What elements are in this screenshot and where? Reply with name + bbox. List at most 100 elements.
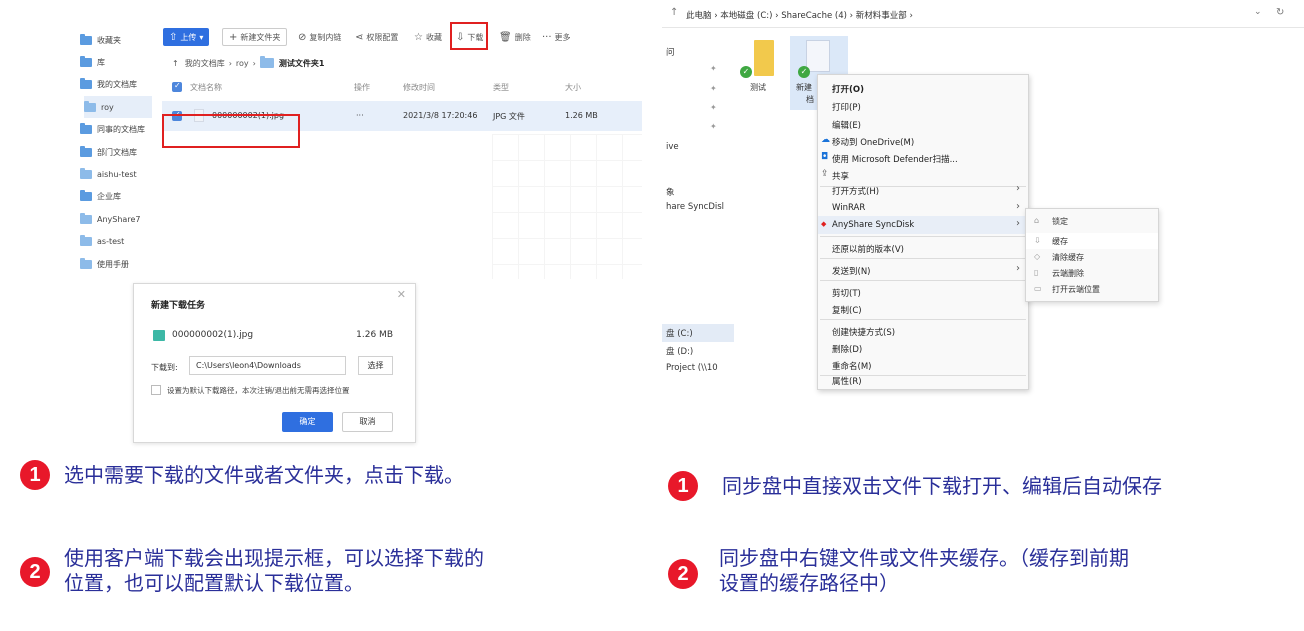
chevron-down-icon: ▾ [199, 32, 204, 42]
submenu-item-clear-cache[interactable]: ◇ 清除缓存 [1026, 249, 1158, 265]
sidebar-item-colleague-docs[interactable]: 同事的文档库 [80, 118, 158, 140]
web-file-manager: 收藏夹 库 我的文档库 roy 同事的文档库 部门文档库 aishu-test … [72, 14, 642, 279]
caption-left-1: 选中需要下载的文件或者文件夹，点击下载。 [64, 463, 464, 487]
col-action: 操作 [354, 83, 370, 92]
sidebar-item-manual[interactable]: 使用手册 [80, 253, 158, 275]
nav-item-syncdisk[interactable]: hare SyncDisl [666, 202, 724, 212]
folder-icon [80, 167, 92, 179]
menu-item-send-to[interactable]: 发送到(N) › [818, 261, 1028, 279]
col-size[interactable]: 大小 [565, 82, 581, 93]
sidebar-item-as-test[interactable]: as-test [80, 230, 158, 252]
nav-item-project[interactable]: Project (\\10 [666, 363, 718, 373]
col-name[interactable]: 文档名称 [190, 82, 222, 93]
library-sidebar: 收藏夹 库 我的文档库 roy 同事的文档库 部门文档库 aishu-test … [72, 14, 158, 279]
download-task-dialog: 新建下载任务 ✕ 000000002(1).jpg 1.26 MB 下载到: C… [133, 283, 416, 443]
submenu-item-cache[interactable]: ⇩ 缓存 [1026, 233, 1158, 249]
confirm-button[interactable]: 确定 [282, 412, 333, 432]
delete-button[interactable]: 🗑 删除 [499, 28, 531, 46]
menu-item-create-shortcut[interactable]: 创建快捷方式(S) [818, 322, 1028, 340]
permission-button[interactable]: ⋖ 权限配置 [355, 28, 398, 46]
share-icon: ⋖ [355, 31, 364, 43]
step-badge: 2 [668, 559, 698, 589]
nav-item[interactable]: 问 [666, 46, 675, 58]
caption-left-2-line1: 使用客户端下载会出现提示框，可以选择下载的 [64, 546, 484, 570]
chevron-right-icon: › [1016, 183, 1020, 194]
submenu-item-lock[interactable]: ⌂ 锁定 [1026, 213, 1158, 229]
share-icon: ⇪ [821, 169, 829, 179]
nav-item-drive-c[interactable]: 盘 (C:) [666, 327, 693, 339]
folder-icon [80, 189, 92, 201]
menu-item-restore-versions[interactable]: 还原以前的版本(V) [818, 239, 1028, 257]
step-badge: 2 [20, 557, 50, 587]
download-to-label: 下载到: [151, 363, 178, 372]
context-menu: 打开(O) 打印(P) 编辑(E) ☁ 移动到 OneDrive(M) ◘ 使用 M… [817, 74, 1029, 390]
nav-item-drive-d[interactable]: 盘 (D:) [666, 345, 693, 357]
file-size: 1.26 MB [565, 111, 598, 120]
pin-icon: ✦ [710, 122, 717, 131]
menu-item-open[interactable]: 打开(O) [818, 79, 1028, 97]
col-modified[interactable]: 修改时间 [403, 82, 435, 93]
nav-item-onedrive[interactable]: ive [666, 142, 679, 152]
sidebar-item-dept-docs[interactable]: 部门文档库 [80, 141, 158, 163]
choose-path-button[interactable]: 选择 [358, 356, 393, 375]
cancel-button[interactable]: 取消 [342, 412, 393, 432]
new-folder-button[interactable]: + 新建文件夹 [222, 28, 288, 46]
sidebar-item-aishu-test[interactable]: aishu-test [80, 163, 158, 185]
sidebar-item-my-docs[interactable]: 我的文档库 [80, 73, 158, 95]
upload-icon: ⇧ [169, 31, 178, 43]
menu-item-cut[interactable]: 剪切(T) [818, 283, 1028, 301]
synced-check-icon: ✓ [798, 66, 810, 78]
col-type[interactable]: 类型 [493, 82, 509, 93]
select-all-checkbox[interactable] [172, 81, 182, 92]
default-path-checkbox[interactable] [151, 385, 161, 395]
caption-left-2-line2: 位置，也可以配置默认下载位置。 [64, 571, 364, 595]
chevron-right-icon: › [1016, 263, 1020, 274]
menu-item-open-with[interactable]: 打开方式(H) › [818, 181, 1028, 199]
breadcrumb-root[interactable]: 我的文档库 [185, 58, 225, 69]
cloud-icon: ☁ [821, 135, 830, 145]
file-highlight-box [162, 114, 300, 148]
row-action-icon[interactable]: ··· [356, 111, 364, 120]
address-path[interactable]: 此电脑 › 本地磁盘 (C:) › ShareCache (4) › 新材料事业… [686, 9, 913, 21]
refresh-icon[interactable]: ↻ [1276, 7, 1284, 18]
folder-icon [80, 122, 92, 134]
trash-icon: 🗑 [499, 31, 512, 43]
folder-icon [80, 212, 92, 224]
sidebar-item-anyshare7[interactable]: AnyShare7 [80, 208, 158, 230]
address-bar[interactable]: ↑ 此电脑 › 本地磁盘 (C:) › ShareCache (4) › 新材料… [662, 0, 1304, 28]
caption-right-2-line1: 同步盘中右键文件或文件夹缓存。（缓存到前期 [719, 546, 1129, 570]
menu-item-print[interactable]: 打印(P) [818, 97, 1028, 115]
menu-item-defender[interactable]: ◘ 使用 Microsoft Defender扫描... [818, 149, 1028, 167]
file-modified: 2021/3/8 17:20:46 [403, 111, 478, 120]
menu-item-anyshare-syncdisk[interactable]: ◆ AnyShare SyncDisk › [818, 216, 1028, 234]
menu-item-winrar[interactable]: WinRAR › [818, 199, 1028, 217]
copy-link-button[interactable]: ⊘ 复制内链 [298, 28, 341, 46]
anyshare-icon: ◆ [821, 220, 827, 228]
chevron-down-icon[interactable]: ⌄ [1254, 7, 1262, 17]
sidebar-item-library[interactable]: 库 [80, 51, 158, 73]
menu-item-properties[interactable]: 属性(R) [818, 371, 1028, 389]
menu-item-edit[interactable]: 编辑(E) [818, 115, 1028, 133]
more-button[interactable]: ··· 更多 [542, 28, 571, 46]
sidebar-item-enterprise[interactable]: 企业库 [80, 185, 158, 207]
favorite-button[interactable]: ☆ 收藏 [414, 28, 442, 46]
menu-item-copy[interactable]: 复制(C) [818, 300, 1028, 318]
folder-icon [80, 33, 92, 45]
sidebar-item-favorites[interactable]: 收藏夹 [80, 29, 158, 51]
menu-item-onedrive[interactable]: ☁ 移动到 OneDrive(M) [818, 132, 1028, 150]
folder-tile-test[interactable]: ✓ 测试 [736, 36, 788, 96]
menu-item-delete[interactable]: 删除(D) [818, 339, 1028, 357]
tile-label: 测试 [750, 83, 766, 92]
step-badge: 1 [668, 471, 698, 501]
close-icon[interactable]: ✕ [397, 288, 406, 301]
submenu-item-cloud-delete[interactable]: ▯ 云端删除 [1026, 265, 1158, 281]
submenu-item-open-cloud-location[interactable]: ▭ 打开云端位置 [1026, 281, 1158, 297]
arrow-up-icon[interactable]: ↑ [172, 59, 179, 68]
nav-item-objects[interactable]: 象 [666, 186, 675, 198]
download-path-field[interactable]: C:\Users\leon4\Downloads [189, 356, 346, 375]
upload-button[interactable]: ⇧ 上传 ▾ [163, 28, 210, 46]
arrow-up-icon[interactable]: ↑ [670, 7, 678, 18]
breadcrumb-user[interactable]: roy [236, 59, 249, 68]
navigation-pane: 问 ✦ ✦ ✦ ✦ ive 象 hare SyncDisl 盘 (C:) 盘 (… [662, 28, 734, 440]
sidebar-item-roy[interactable]: roy [84, 96, 152, 118]
